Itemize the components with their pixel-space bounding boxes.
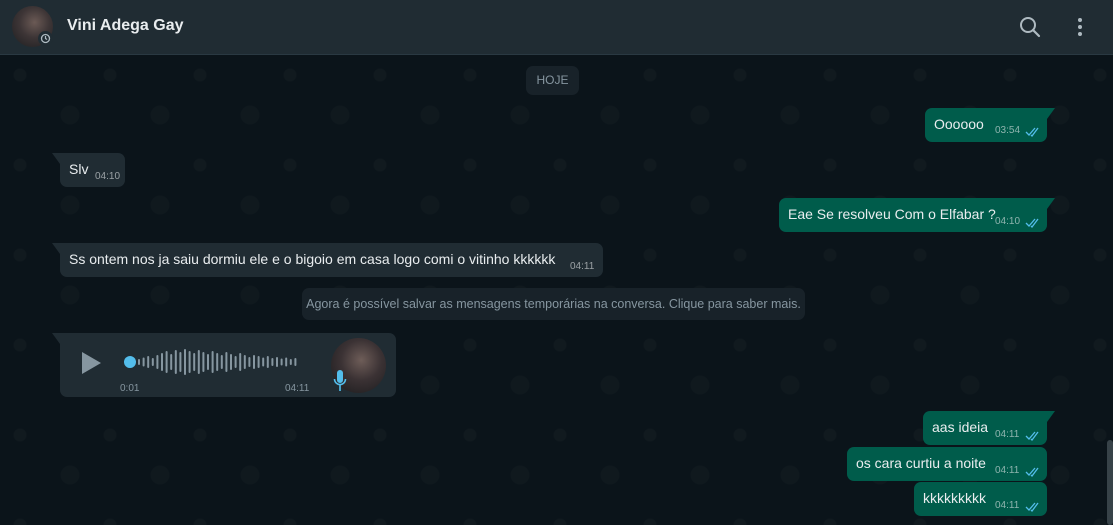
message-time: 04:10 [95, 171, 121, 182]
waveform-bar [197, 350, 200, 374]
bubble-tail-icon [52, 153, 60, 164]
status-ring-icon [38, 31, 53, 46]
waveform-bar [207, 354, 209, 370]
waveform-bar [280, 358, 283, 366]
read-ticks-icon [1025, 127, 1039, 137]
waveform-bar [188, 351, 191, 373]
waveform-bar [151, 358, 154, 366]
waveform-bar [216, 353, 219, 371]
message-time: 04:10 [995, 216, 1021, 227]
message-time: 04:11 [995, 500, 1020, 511]
waveform-bar [165, 351, 168, 373]
message-bubble-incoming[interactable]: Slv 04:10 [60, 153, 125, 187]
contact-name[interactable]: Vini Adega Gay [67, 17, 183, 35]
message-text: Slv [69, 161, 89, 177]
bubble-tail-icon [1047, 198, 1055, 209]
message-text: aas ideia [932, 419, 989, 435]
waveform-bar [253, 355, 255, 369]
read-ticks-icon [1025, 502, 1039, 512]
waveform-bar [225, 352, 228, 372]
waveform-bar [138, 359, 140, 365]
read-ticks-icon [1025, 431, 1039, 441]
waveform-bar [276, 357, 278, 367]
message-text: os cara curtiu a noite [856, 455, 986, 471]
waveform-bar [257, 356, 260, 368]
waveform-bar [239, 353, 242, 371]
scrollbar[interactable] [1107, 440, 1113, 525]
message-bubble-outgoing[interactable]: Eae Se resolveu Com o Elfabar ? 04:10 [779, 198, 1047, 232]
waveform-bar [147, 356, 150, 368]
day-label: HOJE [526, 66, 579, 95]
read-ticks-icon [1025, 467, 1039, 477]
message-time: 03:54 [995, 125, 1021, 136]
waveform-bar [243, 355, 246, 369]
waveform-bar [156, 355, 159, 369]
message-text: Ss ontem nos ja saiu dormiu ele e o bigo… [69, 251, 556, 267]
waveform-bar [266, 356, 269, 368]
waveform-bar [262, 357, 265, 367]
menu-icon[interactable] [1067, 14, 1093, 40]
message-bubble-outgoing[interactable]: kkkkkkkkk 04:11 [914, 482, 1047, 516]
waveform-bar [184, 349, 186, 375]
message-bubble-outgoing[interactable]: Oooooo 03:54 [925, 108, 1047, 142]
bubble-tail-icon [1047, 411, 1055, 422]
waveform-bar [142, 357, 145, 367]
waveform-bar [220, 355, 223, 369]
play-icon[interactable] [80, 351, 102, 375]
waveform-bar [170, 354, 173, 370]
microphone-icon [333, 370, 347, 391]
waveform-bar [174, 350, 177, 374]
bubble-tail-icon [52, 333, 60, 344]
message-text: kkkkkkkkk [923, 490, 986, 506]
bubble-tail-icon [1047, 108, 1055, 119]
waveform-bar [211, 351, 214, 373]
search-icon[interactable] [1017, 14, 1043, 40]
waveform-bar [271, 358, 274, 366]
voice-duration: 0:01 [120, 383, 140, 394]
waveform-bar [230, 354, 232, 370]
waveform-bar [248, 357, 251, 367]
message-bubble-outgoing[interactable]: os cara curtiu a noite 04:11 [847, 447, 1047, 481]
playback-handle[interactable] [124, 356, 136, 368]
temporary-messages-notice[interactable]: Agora é possível salvar as mensagens tem… [302, 288, 805, 320]
message-bubble-outgoing[interactable]: aas ideia 04:11 [923, 411, 1047, 445]
message-text: Eae Se resolveu Com o Elfabar ? [788, 206, 996, 222]
waveform-bar [179, 352, 182, 372]
waveform-bar [193, 353, 196, 371]
chat-header: Vini Adega Gay [0, 0, 1113, 55]
message-time: 04:11 [995, 429, 1020, 440]
waveform-bar [202, 352, 205, 372]
bubble-tail-icon [52, 243, 60, 254]
audio-waveform[interactable] [124, 347, 304, 377]
voice-message[interactable]: 0:01 04:11 [60, 333, 396, 397]
waveform-bar [285, 357, 288, 367]
message-time: 04:11 [570, 261, 595, 272]
message-bubble-incoming[interactable]: Ss ontem nos ja saiu dormiu ele e o bigo… [60, 243, 603, 277]
message-time: 04:11 [285, 383, 310, 394]
message-time: 04:11 [995, 465, 1020, 476]
waveform-bar [161, 353, 163, 371]
read-ticks-icon [1025, 218, 1039, 228]
message-text: Oooooo [934, 116, 984, 132]
waveform-bar [294, 358, 297, 366]
waveform-bar [289, 359, 292, 365]
waveform-bar [234, 356, 237, 368]
